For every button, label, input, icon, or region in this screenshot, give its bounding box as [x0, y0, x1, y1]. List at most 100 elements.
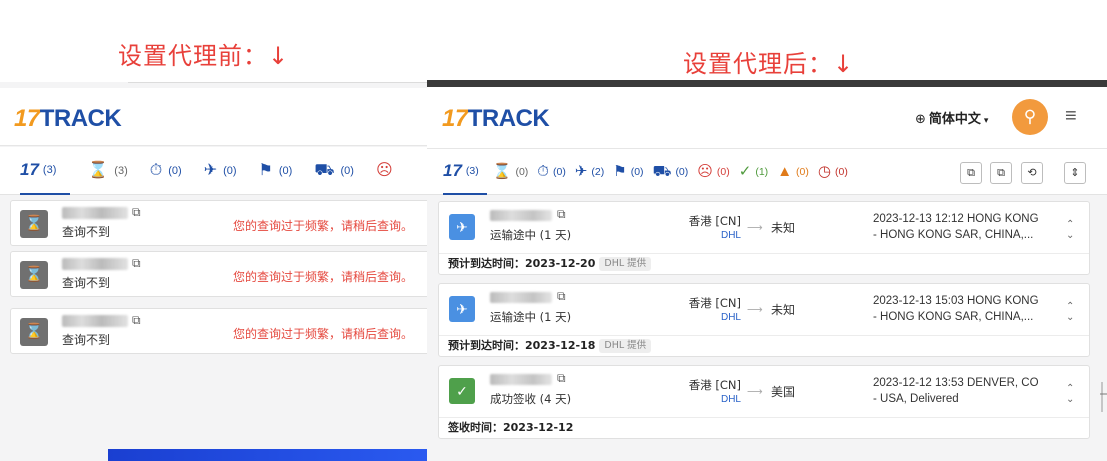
language-selector[interactable]: ⊕ 简体中文 ▾ — [915, 108, 988, 127]
list-item[interactable]: ✈ ⧉ 运输途中 (1 天) 香港 [CN] DHL ⟶ 未知 2023-12-… — [438, 283, 1090, 357]
provider-badge: DHL 提供 — [599, 339, 652, 353]
copy-icon[interactable]: ⧉ — [132, 313, 141, 328]
tab-count: (3) — [114, 164, 128, 177]
tab-info-received[interactable]: ⏱ (0) — [537, 162, 566, 180]
estimated-delivery: 预计到达时间：2023-12-18 DHL 提供 — [439, 336, 1089, 356]
caption-after: 设置代理后：↓ — [683, 50, 855, 78]
error-message: 您的查询过于频繁，请稍后查询。 — [233, 327, 414, 341]
copy-all-button[interactable]: ⧉ — [990, 162, 1012, 184]
tab-count: (1) — [755, 165, 769, 178]
tab-count: (0) — [834, 165, 848, 178]
tracking-number-redacted — [490, 292, 552, 303]
package-status: 运输途中 (1 天) — [490, 310, 572, 324]
tab-not-found[interactable]: ⌛ (0) — [492, 162, 529, 180]
package-status: 查询不到 — [62, 333, 111, 347]
tab-count: (0) — [716, 165, 730, 178]
status-tabs: 17 (3) ⌛ (3) ⏱ (0) ✈ (0) ⚑ (0) ⛟ (0) ☹ — [0, 147, 427, 195]
arrow-right-icon: ⟶ — [747, 386, 763, 398]
list-item[interactable]: ⌛ ⧉ 查询不到 您的查询过于频繁，请稍后查询。 — [10, 308, 427, 354]
tab-pickup[interactable]: ⚑ (0) — [259, 162, 293, 179]
destination-country: 未知 — [771, 221, 796, 235]
airplane-icon: ✈ — [574, 162, 588, 180]
carrier-link[interactable]: DHL — [683, 312, 741, 323]
tab-all[interactable]: 17 (3) — [20, 147, 71, 195]
tab-undelivered[interactable]: ☹ — [375, 161, 399, 179]
event-line: - USA, Delivered — [873, 393, 959, 405]
copy-icon[interactable]: ⧉ — [557, 289, 566, 304]
tab-out-for-delivery[interactable]: ⛟ (0) — [314, 161, 354, 179]
before-proxy-panel: 17TRACK 17 (3) ⌛ (3) ⏱ (0) ✈ (0) ⚑ (0) ⛟ (0) ☹… — [0, 82, 427, 461]
history-clock-icon: ◷ — [817, 162, 831, 180]
tab-in-transit[interactable]: ✈ (0) — [204, 162, 237, 179]
tab-info-received[interactable]: ⏱ (0) — [150, 162, 182, 179]
latest-event: 2023-12-12 13:53 DENVER, CO - USA, Delive… — [873, 375, 1053, 407]
copy-icon[interactable]: ⧉ — [557, 371, 566, 386]
footer-label: 预计到达时间：2023-12-20 — [448, 257, 596, 270]
copy-icon[interactable]: ⧉ — [132, 205, 141, 220]
logo-text: TRACK — [467, 105, 550, 132]
error-message: 您的查询过于频繁，请稍后查询。 — [233, 219, 414, 233]
tab-pickup[interactable]: ⚑ (0) — [613, 162, 643, 180]
sad-face-icon: ☹ — [375, 161, 393, 179]
tab-count: (0) — [675, 165, 689, 178]
tab-delivered[interactable]: ✓ (1) — [739, 163, 769, 180]
tab-in-transit[interactable]: ✈ (2) — [574, 162, 604, 180]
tracking-number-redacted — [62, 207, 128, 219]
site-logo[interactable]: 17TRACK — [14, 105, 122, 133]
delivery-icon: ⛟ — [652, 162, 672, 180]
tab-count: (0) — [168, 164, 182, 177]
origin-country: 香港 [CN] — [688, 378, 741, 392]
event-line: - HONG KONG SAR, CHINA,... — [873, 311, 1034, 323]
tab-not-found[interactable]: ⌛ (3) — [88, 162, 128, 179]
list-item[interactable]: ⌛ ⧉ 查询不到 您的查询过于频繁，请稍后查询。 — [10, 251, 427, 297]
logo-number: 17 — [14, 105, 40, 132]
logo-number: 17 — [442, 105, 468, 132]
tab-out-for-delivery[interactable]: ⛟ (0) — [652, 162, 689, 180]
list-item[interactable]: ⌛ ⧉ 查询不到 您的查询过于频繁，请稍后查询。 — [10, 200, 427, 246]
logo-text: TRACK — [39, 105, 122, 132]
expand-toggle-icon[interactable]: ⌃ ⌄ — [1066, 301, 1074, 323]
copy-icon[interactable]: ⧉ — [132, 256, 141, 271]
copy-icon[interactable]: ⧉ — [557, 207, 566, 222]
list-item[interactable]: ✓ ⧉ 成功签收 (4 天) 香港 [CN] DHL ⟶ 美国 2023-12-… — [438, 365, 1090, 439]
footer-label: 预计到达时间：2023-12-18 — [448, 339, 596, 352]
tab-undelivered[interactable]: ☹ (0) — [697, 162, 730, 180]
expand-toggle-icon[interactable]: ⌃ ⌄ — [1066, 219, 1074, 241]
tab-all[interactable]: 17 (3) — [443, 149, 487, 195]
refresh-button[interactable]: ⟲ — [1021, 162, 1043, 184]
sad-face-icon: ☹ — [697, 162, 713, 180]
tab-alert[interactable]: ▲ (0) — [777, 163, 809, 180]
tracking-number-redacted — [490, 210, 552, 221]
list-item[interactable]: ✈ ⧉ 运输途中 (1 天) 香港 [CN] DHL ⟶ 未知 2023-12-… — [438, 201, 1090, 275]
delivery-icon: ⛟ — [314, 161, 335, 179]
copy-numbers-button[interactable]: ⧉ — [960, 162, 982, 184]
truck-clock-icon: ⏱ — [537, 162, 549, 180]
package-status: 查询不到 — [62, 225, 111, 239]
carrier-link[interactable]: DHL — [683, 230, 741, 241]
tab-count: (0) — [553, 165, 566, 178]
airplane-icon: ✈ — [449, 214, 475, 240]
tab-count: (0) — [340, 164, 354, 177]
scroll-indicator-icon — [1100, 382, 1107, 412]
latest-event: 2023-12-13 12:12 HONG KONG - HONG KONG SA… — [873, 211, 1053, 243]
event-line: 2023-12-12 13:53 DENVER, CO — [873, 377, 1039, 389]
event-line: - HONG KONG SAR, CHINA,... — [873, 229, 1034, 241]
package-status: 运输途中 (1 天) — [490, 228, 572, 242]
search-package-button[interactable]: ⚲ — [1012, 99, 1048, 135]
hourglass-icon: ⌛ — [20, 318, 48, 346]
tracking-number-redacted — [490, 374, 552, 385]
divider — [128, 82, 427, 83]
tab-count: (3) — [465, 164, 479, 177]
footer-label: 签收时间：2023-12-12 — [448, 421, 574, 434]
expand-all-button[interactable]: ⇕ — [1064, 162, 1086, 184]
site-logo[interactable]: 17TRACK — [442, 105, 550, 133]
carrier-link[interactable]: DHL — [683, 394, 741, 405]
latest-event: 2023-12-13 15:03 HONG KONG - HONG KONG SA… — [873, 293, 1053, 325]
flag-icon: ⚑ — [613, 162, 627, 180]
hourglass-icon: ⌛ — [492, 162, 512, 180]
expand-toggle-icon[interactable]: ⌃ ⌄ — [1066, 383, 1074, 405]
hamburger-menu-icon[interactable]: ≡ — [1065, 105, 1077, 128]
arrow-right-icon: ⟶ — [747, 304, 763, 316]
tab-expired[interactable]: ◷ (0) — [817, 162, 848, 180]
tracking-number-redacted — [62, 315, 128, 327]
